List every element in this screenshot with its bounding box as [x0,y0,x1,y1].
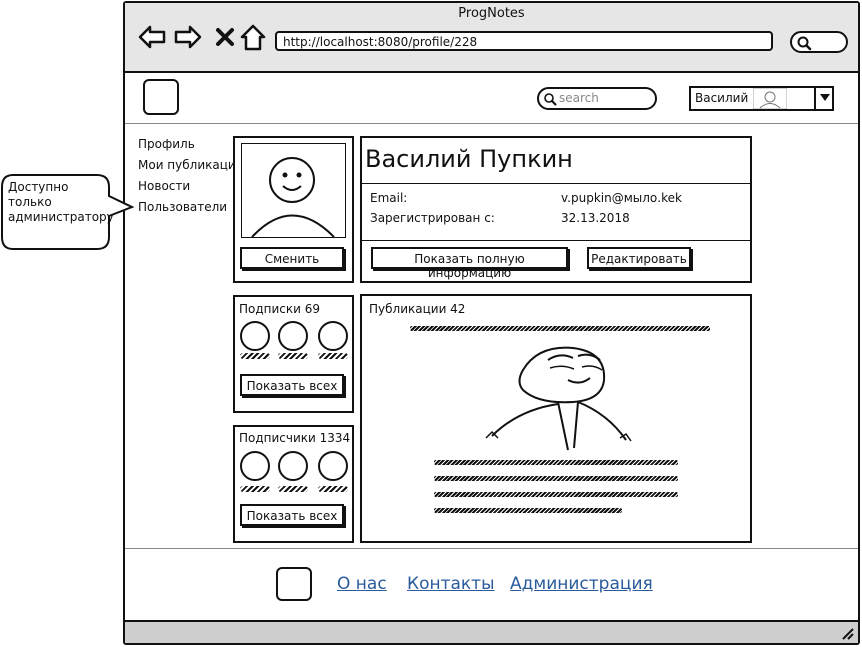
profile-name: Василий Пупкин [365,145,573,173]
subscription-name [318,353,348,359]
subscriber-name [318,486,348,492]
user-menu-dropdown[interactable] [814,86,834,111]
subscriptions-title: Подписки 69 [239,302,321,316]
footer-logo[interactable] [276,567,312,601]
url-field[interactable]: http://localhost:8080/profile/228 [275,31,773,51]
chevron-down-icon [820,94,830,101]
user-name: Василий [695,91,749,105]
subscriber-name [240,486,270,492]
subscription-name [240,353,270,359]
sidebar-item-profile[interactable]: Профиль [138,137,195,151]
home-icon[interactable] [238,22,268,52]
publication-text-line [434,460,678,465]
header-divider [125,123,858,124]
footer-link-about[interactable]: О нас [337,574,387,594]
back-icon[interactable] [137,22,167,52]
profile-photo [241,143,346,238]
change-photo-button[interactable]: Сменить [240,247,344,269]
registered-value: 32.13.2018 [561,211,630,225]
publication-text-line [434,508,622,513]
window-title: ProgNotes [458,6,525,21]
show-all-subscribers-button[interactable]: Показать всех [240,504,344,526]
subscriber-avatar[interactable] [240,451,270,481]
subscriber-avatar[interactable] [318,451,348,481]
browser-search-button[interactable] [790,31,848,53]
registered-label: Зарегистрирован с: [370,211,495,225]
show-full-info-button[interactable]: Показать полную информацию [371,247,568,280]
email-label: Email: [370,191,408,205]
subscription-avatar[interactable] [240,321,270,351]
publication-text-line [434,492,678,497]
stop-icon[interactable] [210,22,240,52]
sidebar-item-my-publications[interactable]: Мои публикации [138,158,244,172]
subscriber-name [278,486,308,492]
avatar [753,88,787,109]
admin-note-text: Доступно только администратору [8,180,114,224]
sidebar-item-users[interactable]: Пользователи [138,200,227,214]
publication-heading[interactable] [410,326,710,331]
search-icon [544,93,557,106]
show-all-subscriptions-button[interactable]: Показать всех [240,374,344,396]
publications-title: Публикации 42 [369,302,466,316]
subscription-avatar[interactable] [278,321,308,351]
footer-divider [125,548,858,549]
footer-link-contacts[interactable]: Контакты [407,574,495,594]
subscriber-avatar[interactable] [278,451,308,481]
subscribers-title: Подписчики 1334 [239,431,351,445]
email-value: v.pupkin@мыло.kek [561,191,682,205]
user-avatar-icon [251,157,335,238]
toolbar-divider [125,71,858,73]
resize-grip-icon[interactable] [840,626,854,640]
forward-icon[interactable] [173,22,203,52]
sidebar-item-news[interactable]: Новости [138,179,190,193]
site-logo[interactable] [143,79,179,115]
subscription-avatar[interactable] [318,321,348,351]
edit-profile-button[interactable]: Редактировать [587,247,691,269]
publication-text-line [434,476,678,481]
subscription-name [278,353,308,359]
status-bar [125,620,858,643]
meme-face-image [485,346,632,451]
footer-link-administration[interactable]: Администрация [510,574,653,594]
info-divider [362,240,750,241]
info-divider [362,183,750,184]
search-icon [797,36,812,51]
search-placeholder: search [559,91,599,105]
